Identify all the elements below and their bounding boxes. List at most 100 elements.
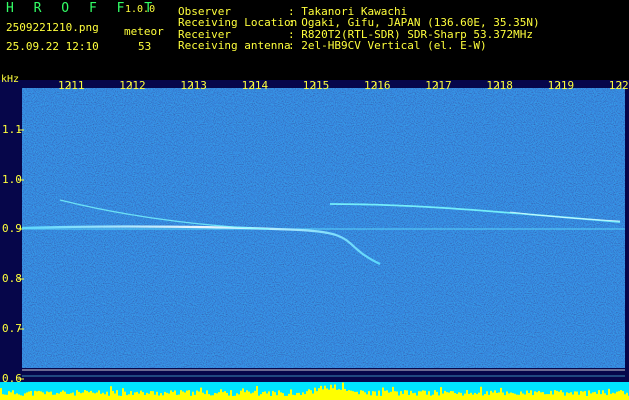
intensity-bar-segment [534, 391, 536, 400]
intensity-bar-segment [474, 392, 476, 400]
intensity-bar-segment [448, 392, 450, 400]
intensity-bar-segment [480, 386, 482, 400]
intensity-bar-segment [620, 390, 622, 400]
intensity-bar-segment [596, 393, 598, 400]
intensity-bar-segment [556, 390, 558, 400]
y-unit-label: kHz [1, 74, 20, 85]
intensity-bar-segment [16, 393, 18, 400]
intensity-bar-segment [136, 391, 138, 400]
intensity-bar-segment [464, 393, 466, 400]
intensity-bar-segment [318, 388, 320, 400]
intensity-bar-segment [148, 393, 150, 400]
intensity-bar-segment [60, 391, 62, 400]
intensity-bar-segment [200, 387, 202, 400]
intensity-bar-segment [236, 393, 238, 400]
intensity-bar-segment [576, 391, 578, 400]
intensity-bar-segment [552, 394, 554, 400]
intensity-bar-segment [336, 389, 338, 400]
intensity-bar-segment [172, 392, 174, 400]
intensity-bar-segment [268, 391, 270, 400]
intensity-bar-segment [558, 391, 560, 400]
intensity-bar-segment [430, 395, 432, 400]
intensity-bar-segment [356, 391, 358, 400]
intensity-bar-segment [412, 393, 414, 400]
intensity-bar-segment [498, 392, 500, 400]
intensity-bar-segment [462, 395, 464, 400]
intensity-bar-segment [422, 390, 424, 400]
intensity-bar-segment [94, 393, 96, 400]
intensity-bar-segment [568, 393, 570, 400]
intensity-bar-segment [78, 391, 80, 400]
intensity-bar-segment [72, 392, 74, 400]
intensity-bar-segment [106, 391, 108, 400]
intensity-bar-segment [84, 390, 86, 400]
intensity-bar-segment [32, 395, 34, 400]
intensity-bar-segment [398, 395, 400, 400]
intensity-bar-segment [570, 392, 572, 400]
intensity-bar-segment [564, 395, 566, 400]
intensity-bar-segment [586, 395, 588, 400]
intensity-bar-segment [114, 393, 116, 400]
intensity-bar-segment [158, 395, 160, 400]
intensity-bar-segment [594, 391, 596, 400]
intensity-bar-segment [582, 391, 584, 400]
intensity-bar-segment [202, 392, 204, 400]
intensity-bar-segment [278, 390, 280, 400]
intensity-bar-segment [36, 391, 38, 400]
intensity-bar-segment [608, 388, 610, 400]
intensity-bar-segment [366, 394, 368, 400]
intensity-bar-segment [118, 395, 120, 400]
intensity-bar-segment [482, 395, 484, 400]
intensity-bar-segment [244, 392, 246, 400]
intensity-bar-segment [364, 392, 366, 400]
intensity-bar-segment [536, 392, 538, 400]
intensity-bar-segment [264, 391, 266, 400]
intensity-bar-segment [282, 393, 284, 400]
intensity-bar-segment [420, 391, 422, 400]
intensity-bar-segment [386, 390, 388, 400]
intensity-bar-segment [70, 393, 72, 400]
freq-tick-label: 1.0 [2, 173, 22, 186]
intensity-bar-segment [390, 391, 392, 400]
date-time: 25.09.22 12:10 [6, 40, 99, 53]
event-count: 53 [138, 40, 152, 53]
intensity-bar-segment [546, 394, 548, 400]
intensity-bar-segment [182, 391, 184, 400]
intensity-bar-segment [80, 393, 82, 400]
intensity-bar-segment [74, 395, 76, 400]
intensity-bar-segment [130, 391, 132, 400]
intensity-bar-segment [342, 382, 344, 400]
intensity-bar-segment [368, 391, 370, 400]
intensity-bar-segment [518, 394, 520, 400]
spectrogram-panel: kHz 1211 1212 1213 1214 1215 1216 1217 1218 1219… [0, 74, 629, 400]
intensity-bar-segment [238, 394, 240, 400]
intensity-bar-segment [76, 390, 78, 400]
intensity-bar-segment [50, 391, 52, 400]
intensity-bar-segment [224, 391, 226, 400]
intensity-bar-segment [572, 394, 574, 400]
intensity-bar-segment [240, 390, 242, 400]
time-tick-label: 1220 [608, 79, 629, 92]
intensity-bar-segment [624, 394, 626, 400]
time-tick-label: 1217 [425, 79, 452, 92]
intensity-bar-segment [476, 394, 478, 400]
intensity-bar-segment [346, 390, 348, 400]
intensity-bar-segment [490, 390, 492, 400]
intensity-bar-segment [514, 393, 516, 400]
intensity-bar-segment [194, 394, 196, 400]
freq-tick-label: 0.8 [2, 272, 22, 285]
intensity-bar-segment [220, 389, 222, 400]
intensity-bar-segment [438, 395, 440, 400]
intensity-bar-segment [338, 389, 340, 400]
intensity-bar-segment [216, 393, 218, 400]
intensity-bar-segment [598, 390, 600, 400]
intensity-bar-segment [300, 394, 302, 400]
intensity-bar-segment [350, 390, 352, 400]
intensity-bar-segment [402, 393, 404, 400]
intensity-bar-segment [254, 390, 256, 400]
intensity-bar-segment [324, 385, 326, 400]
intensity-bar-segment [334, 384, 336, 400]
intensity-bar-segment [242, 388, 244, 400]
event-type-label: meteor [124, 25, 164, 38]
intensity-bar-segment [374, 391, 376, 400]
